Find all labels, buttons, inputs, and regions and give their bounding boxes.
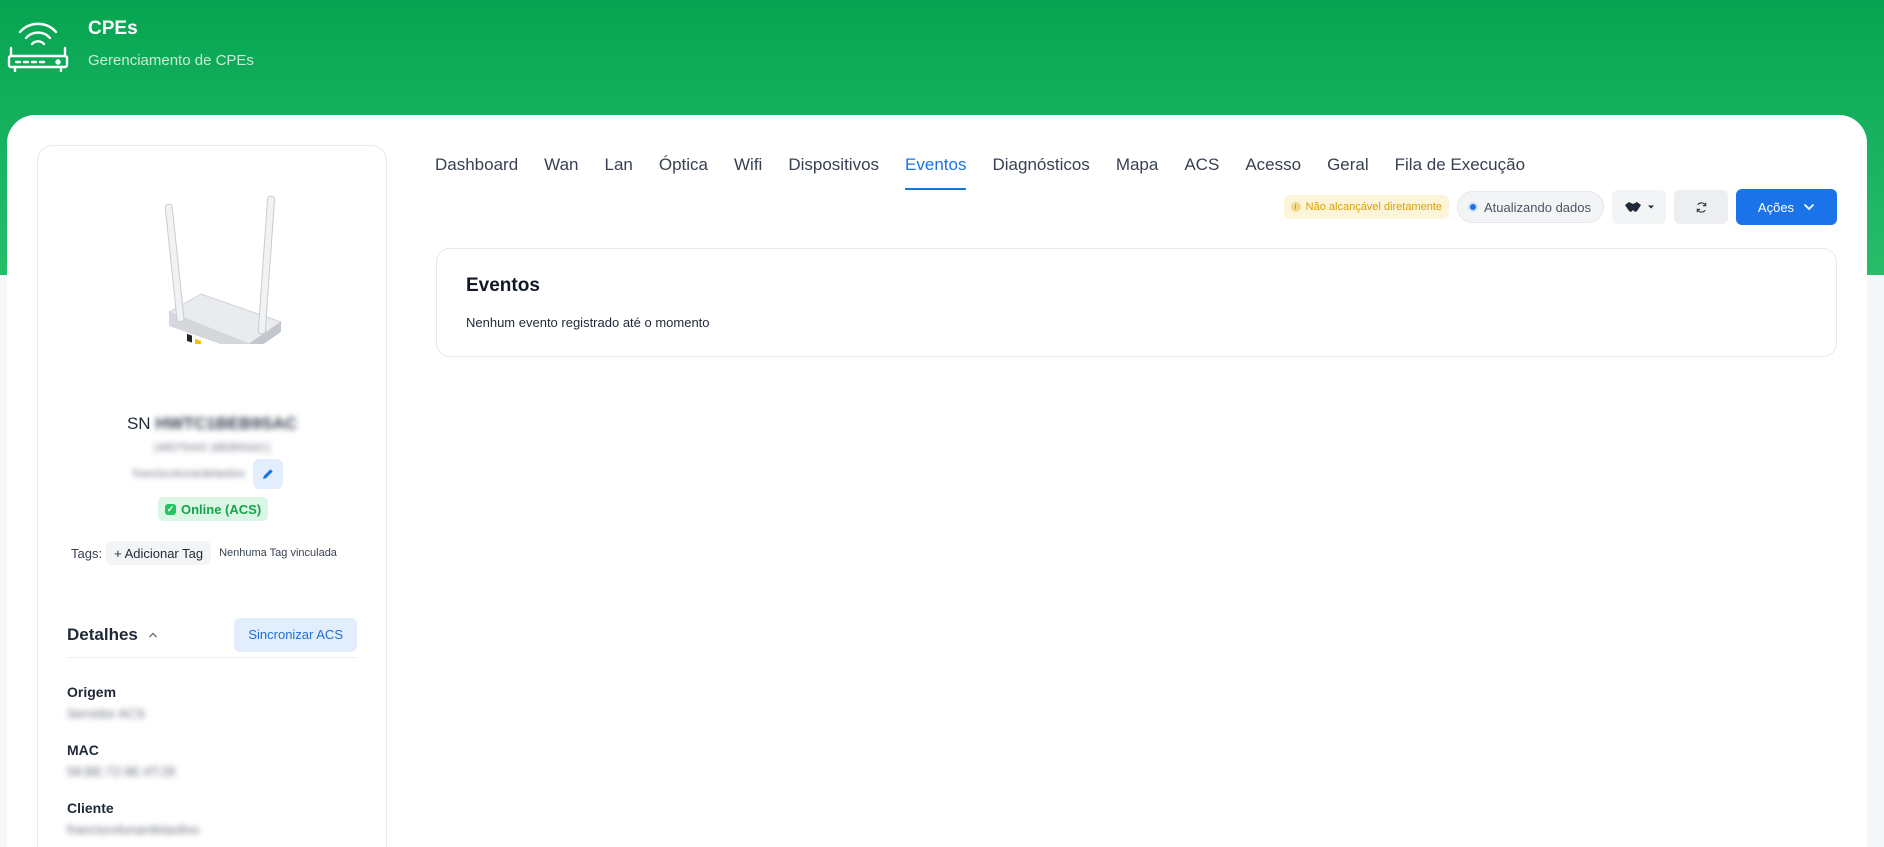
- client-row: franciscolunardelaolivo: [133, 459, 283, 489]
- device-sub-id: (48575443 1BEB9SAC): [153, 442, 271, 454]
- field-cliente: Cliente franciscolunardelaolivo: [67, 800, 199, 837]
- tab-mapa[interactable]: Mapa: [1116, 150, 1159, 190]
- tab-wan[interactable]: Wan: [544, 150, 578, 190]
- caret-down-icon: [1647, 205, 1654, 209]
- updating-indicator: Atualizando dados: [1457, 191, 1604, 223]
- status-badge: ✓ Online (ACS): [158, 497, 269, 521]
- pencil-icon: [262, 469, 273, 479]
- device-card: SN HWTC1BEB9SAC (48575443 1BEB9SAC) fran…: [37, 145, 387, 847]
- tab-geral[interactable]: Geral: [1327, 150, 1369, 190]
- handshake-icon: [1624, 202, 1641, 212]
- chevron-up-icon: [148, 632, 157, 637]
- events-title: Eventos: [466, 275, 540, 296]
- toolbar: i Não alcançável diretamente Atualizando…: [1283, 189, 1837, 225]
- check-icon: ✓: [165, 503, 176, 515]
- actions-label: Ações: [1757, 199, 1795, 215]
- tab-wifi[interactable]: Wifi: [734, 150, 762, 190]
- chevron-down-icon: [1803, 203, 1815, 211]
- refresh-icon: [1696, 201, 1706, 213]
- actions-button[interactable]: Ações: [1736, 189, 1837, 225]
- events-card: Eventos Nenhum evento registrado até o m…: [436, 248, 1837, 357]
- info-icon: i: [1290, 202, 1301, 212]
- tags-row: Tags: + Adicionar Tag Nenhuma Tag vincul…: [71, 541, 371, 565]
- tab-eventos[interactable]: Eventos: [905, 150, 967, 190]
- status-text: Online (ACS): [181, 501, 262, 517]
- tab-fila-de-execucao[interactable]: Fila de Execução: [1395, 150, 1525, 190]
- field-value: franciscolunardelaolivo: [67, 822, 200, 837]
- page-subtitle: Gerenciamento de CPEs: [88, 52, 254, 69]
- serial-prefix: SN: [126, 414, 151, 433]
- field-label: Origem: [67, 684, 117, 700]
- tab-diagnosticos[interactable]: Diagnósticos: [992, 150, 1089, 190]
- field-label: Cliente: [67, 800, 114, 816]
- reachability-warning: i Não alcançável diretamente: [1283, 195, 1450, 219]
- router-wifi-icon: [7, 22, 69, 72]
- tab-bar: Dashboard Wan Lan Óptica Wifi Dispositiv…: [435, 150, 1551, 190]
- refresh-button[interactable]: [1674, 190, 1728, 224]
- tab-acesso[interactable]: Acesso: [1245, 150, 1301, 190]
- handshake-dropdown-button[interactable]: [1612, 190, 1666, 224]
- field-mac: MAC 58:BE:72:9E:4T:28: [67, 742, 175, 779]
- field-value: 58:BE:72:9E:4T:28: [67, 764, 176, 779]
- tab-dispositivos[interactable]: Dispositivos: [788, 150, 879, 190]
- page-title: CPEs: [88, 18, 138, 39]
- router-image: [164, 195, 283, 344]
- tab-optica[interactable]: Óptica: [659, 150, 708, 190]
- edit-button[interactable]: [252, 459, 283, 489]
- warning-text: Não alcançável diretamente: [1305, 201, 1443, 213]
- add-tag-button[interactable]: + Adicionar Tag: [106, 541, 212, 565]
- details-header: Detalhes Sincronizar ACS: [67, 617, 357, 658]
- brand: CPEs Gerenciamento de CPEs: [6, 16, 254, 72]
- field-origem: Origem Servidor ACS: [67, 684, 145, 721]
- tab-acs[interactable]: ACS: [1184, 150, 1219, 190]
- details-title: Detalhes: [67, 624, 138, 644]
- tab-dashboard[interactable]: Dashboard: [435, 150, 518, 190]
- tags-empty: Nenhuma Tag vinculada: [219, 547, 337, 559]
- sync-acs-button[interactable]: Sincronizar ACS: [234, 617, 357, 652]
- serial-value: HWTC1BEB9SAC: [155, 414, 298, 433]
- serial-number: SN HWTC1BEB9SAC: [38, 414, 386, 434]
- tab-lan[interactable]: Lan: [605, 150, 633, 190]
- client-short: franciscolunardelaolivo: [133, 468, 245, 480]
- events-empty-message: Nenhum evento registrado até o momento: [466, 315, 710, 330]
- updating-dot: [1468, 202, 1479, 212]
- field-value: Servidor ACS: [67, 706, 146, 721]
- details-toggle[interactable]: Detalhes: [67, 625, 158, 645]
- field-label: MAC: [67, 742, 99, 758]
- updating-text: Atualizando dados: [1484, 199, 1591, 215]
- tags-label: Tags:: [71, 545, 103, 561]
